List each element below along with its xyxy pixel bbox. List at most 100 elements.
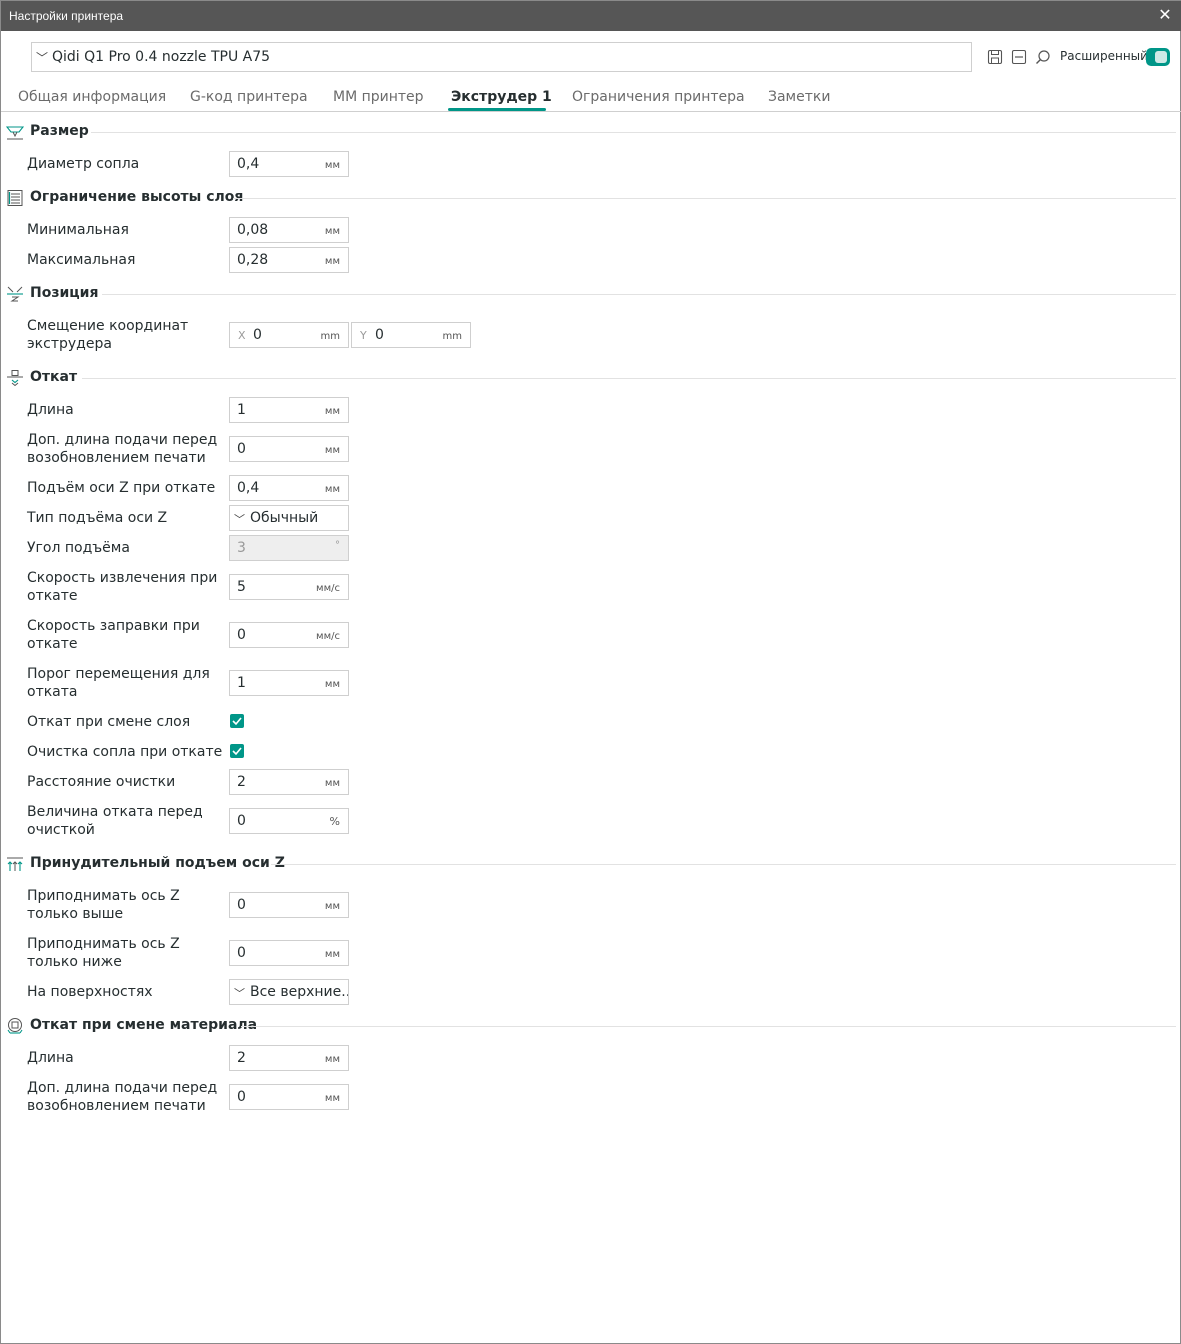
field-unit: мм/с <box>316 631 340 642</box>
min-layer-height-input[interactable]: 0,08 мм <box>229 217 349 243</box>
retract-speed-label: Скорость извлечения при откате <box>27 570 218 604</box>
retract-layer-change-checkbox[interactable] <box>230 714 244 728</box>
dropdown-value: Все верхние... <box>250 984 349 1000</box>
section-divider <box>82 378 1176 379</box>
wipe-label: Очистка сопла при откате <box>27 744 223 760</box>
nozzle-diameter-input[interactable]: 0,4 мм <box>229 151 349 177</box>
checkmark-icon <box>232 717 242 726</box>
tab-extruder-1[interactable]: Экструдер 1 <box>451 89 552 105</box>
field-unit: мм <box>324 778 340 789</box>
section-divider <box>91 132 1176 133</box>
lift-below-input[interactable]: 0 мм <box>229 940 349 966</box>
lift-above-input[interactable]: 0 мм <box>229 892 349 918</box>
section-title: Откат при смене материала <box>30 1017 258 1033</box>
preset-dropdown[interactable]: ﹀ Qidi Q1 Pro 0.4 nozzle TPU A75 <box>31 42 972 72</box>
field-value: 0 <box>253 327 262 343</box>
section-divider <box>241 1026 1176 1027</box>
search-icon[interactable] <box>1034 48 1052 66</box>
extruder-offset-x-input[interactable]: X 0 mm <box>229 322 349 348</box>
max-layer-height-input[interactable]: 0,28 мм <box>229 247 349 273</box>
tab-printer-gcode[interactable]: G-код принтера <box>190 89 308 105</box>
tab-general[interactable]: Общая информация <box>18 89 166 105</box>
section-divider <box>233 198 1176 199</box>
section-title: Размер <box>30 123 89 139</box>
section-title: Позиция <box>30 285 99 301</box>
tab-notes[interactable]: Заметки <box>768 89 830 105</box>
preset-value: Qidi Q1 Pro 0.4 nozzle TPU A75 <box>52 49 271 65</box>
checkmark-icon <box>232 747 242 756</box>
travel-threshold-label: Порог перемещения для отката <box>27 666 210 700</box>
field-unit: мм <box>324 445 340 456</box>
field-value: 0 <box>237 441 246 457</box>
tab-bar: Общая информация G-код принтера ММ принт… <box>1 81 1181 112</box>
tab-machine-limits[interactable]: Ограничения принтера <box>572 89 745 105</box>
chevron-down-icon: ﹀ <box>36 51 49 65</box>
field-value: 5 <box>237 579 246 595</box>
field-value: 0 <box>237 897 246 913</box>
section-size: Размер <box>1 121 1181 143</box>
retract-speed-input[interactable]: 5 мм/с <box>229 574 349 600</box>
retraction-length-input[interactable]: 1 мм <box>229 397 349 423</box>
retract-before-wipe-input[interactable]: 0 % <box>229 808 349 834</box>
nozzle-diameter-label: Диаметр сопла <box>27 156 140 172</box>
field-unit: mm <box>442 331 462 342</box>
section-divider <box>271 864 1176 865</box>
axis-label: X <box>238 329 246 342</box>
toolchange-length-input[interactable]: 2 мм <box>229 1045 349 1071</box>
delete-preset-icon[interactable] <box>1010 48 1028 66</box>
field-value: 0 <box>237 945 246 961</box>
deretract-speed-input[interactable]: 0 мм/с <box>229 622 349 648</box>
field-unit: мм <box>324 679 340 690</box>
section-z-lift: Принудительный подъем оси Z <box>1 853 1181 875</box>
active-tab-indicator <box>448 108 546 111</box>
field-value: 0,28 <box>237 252 269 268</box>
field-value: 0 <box>237 627 246 643</box>
toolchange-extra-length-input[interactable]: 0 мм <box>229 1084 349 1110</box>
section-material-change: Откат при смене материала <box>1 1015 1181 1037</box>
layers-icon <box>6 189 24 207</box>
field-unit: мм <box>324 1093 340 1104</box>
retraction-icon <box>6 369 24 387</box>
extruder-offset-label: Смещение координат экструдера <box>27 318 189 352</box>
lift-below-label: Приподнимать ось Z только ниже <box>27 936 180 970</box>
section-position: Позиция <box>1 283 1181 305</box>
extra-length-restart-input[interactable]: 0 мм <box>229 436 349 462</box>
lift-above-label: Приподнимать ось Z только выше <box>27 888 180 922</box>
field-unit: мм <box>324 901 340 912</box>
save-icon[interactable] <box>986 48 1004 66</box>
field-value: 1 <box>237 675 246 691</box>
field-value: 0 <box>237 1089 246 1105</box>
nozzle-size-icon <box>5 123 25 141</box>
field-unit: мм <box>324 484 340 495</box>
field-value: 0 <box>375 327 384 343</box>
tab-mm-printer[interactable]: ММ принтер <box>333 89 424 105</box>
advanced-mode-label: Расширенный <box>1060 49 1148 63</box>
axis-label: Y <box>360 329 367 342</box>
chevron-down-icon: ﹀ <box>234 513 245 526</box>
field-value: 0,4 <box>237 156 260 172</box>
title-bar: Настройки принтера ✕ <box>1 1 1181 31</box>
field-unit: мм <box>324 226 340 237</box>
z-hop-input[interactable]: 0,4 мм <box>229 475 349 501</box>
wipe-distance-label: Расстояние очистки <box>27 774 176 790</box>
field-value: 2 <box>237 1050 246 1066</box>
advanced-mode-toggle[interactable] <box>1146 48 1170 66</box>
field-unit: мм <box>324 1054 340 1065</box>
field-unit: мм/с <box>316 583 340 594</box>
dropdown-value: Обычный <box>250 510 319 526</box>
extra-length-restart-label: Доп. длина подачи перед возобновлением п… <box>27 432 218 466</box>
close-icon[interactable]: ✕ <box>1156 6 1174 24</box>
section-title: Откат <box>30 369 78 385</box>
material-change-icon <box>6 1017 24 1035</box>
field-value: 3 <box>237 540 246 556</box>
z-hop-type-dropdown[interactable]: ﹀ Обычный <box>229 505 349 531</box>
field-value: 1 <box>237 402 246 418</box>
wipe-distance-input[interactable]: 2 мм <box>229 769 349 795</box>
lift-surfaces-dropdown[interactable]: ﹀ Все верхние... <box>229 979 349 1005</box>
extruder-offset-y-input[interactable]: Y 0 mm <box>351 322 471 348</box>
retraction-length-label: Длина <box>27 402 74 418</box>
lift-angle-input: 3 ° <box>229 535 349 561</box>
travel-threshold-input[interactable]: 1 мм <box>229 670 349 696</box>
wipe-checkbox[interactable] <box>230 744 244 758</box>
toolchange-extra-length-label: Доп. длина подачи перед возобновлением п… <box>27 1080 218 1114</box>
